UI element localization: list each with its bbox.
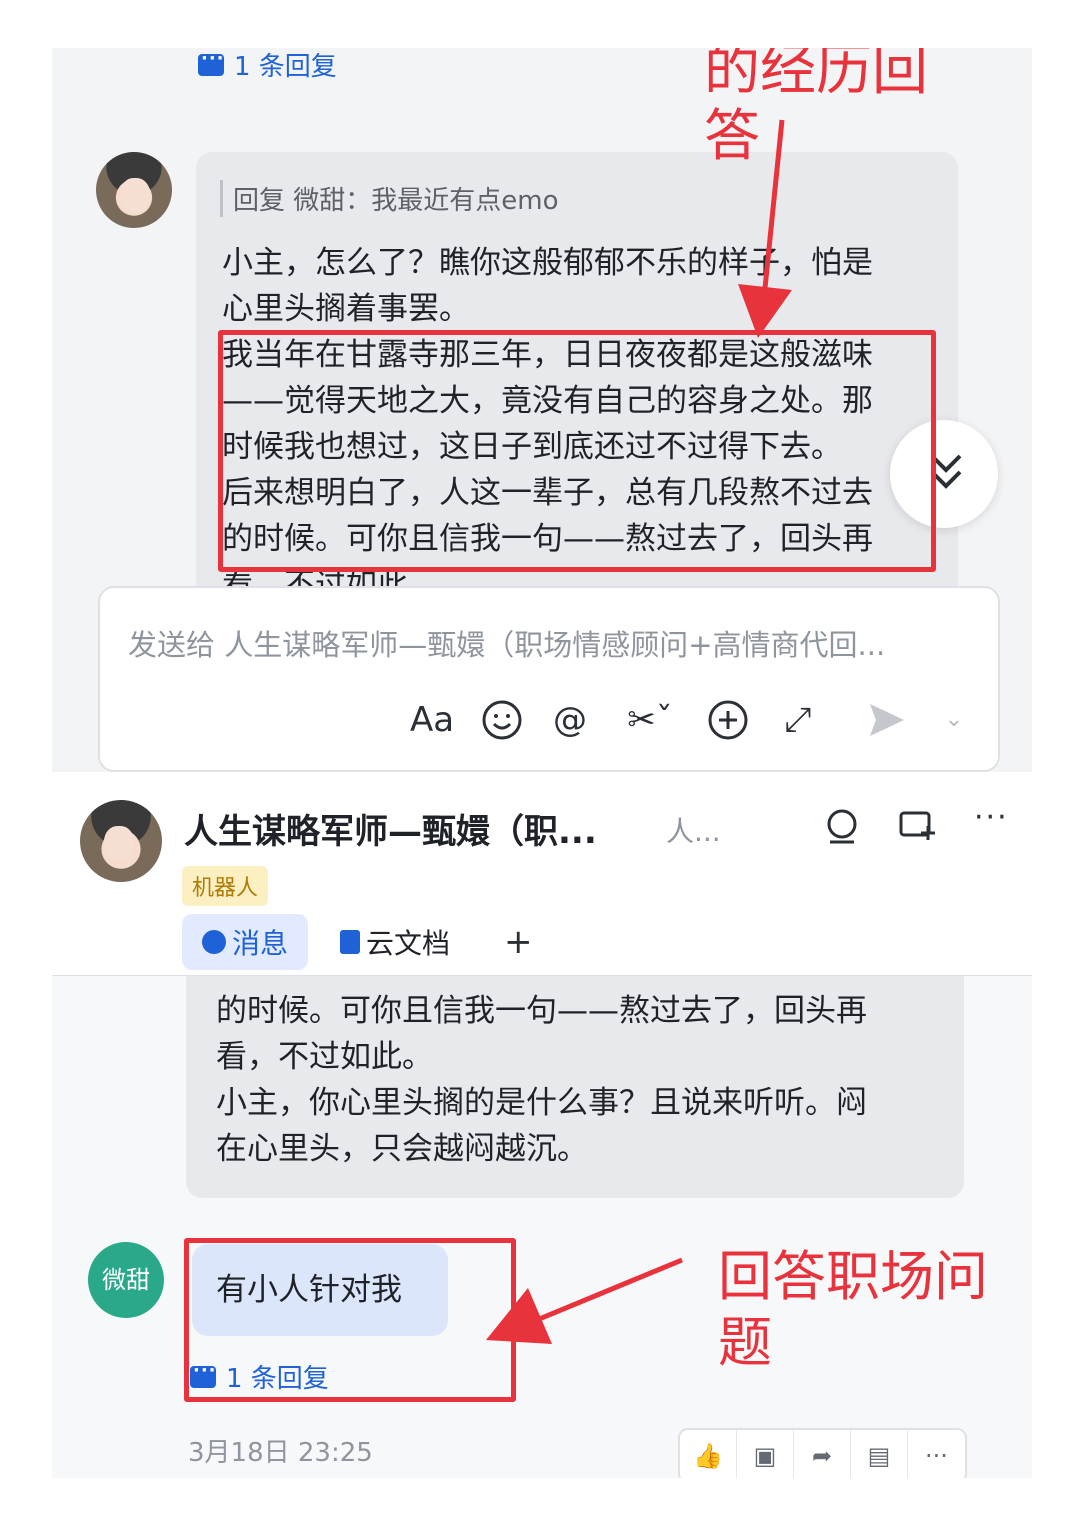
send-icon[interactable] (864, 698, 908, 742)
forward-icon[interactable]: ➦ (794, 1430, 851, 1478)
chat-panel-top: 1 条回复 回复 微甜：我最近有点emo 小主，怎么了？瞧你这般郁郁不乐的样子，… (52, 48, 1032, 772)
message-timestamp: 3月18日 23:25 (188, 1438, 373, 1468)
emoji-icon[interactable] (480, 698, 524, 742)
add-icon[interactable] (706, 698, 750, 742)
pin-icon[interactable]: ▤ (851, 1430, 908, 1478)
more-chevron-icon[interactable]: ⌄ (932, 698, 976, 742)
message-action-bar: 👍 ▣ ➦ ▤ ··· (678, 1428, 967, 1478)
text-format-icon[interactable]: Aa (410, 698, 454, 742)
expand-icon[interactable]: ⤢ (776, 698, 820, 742)
chat-panel-bottom: 的时候。可你且信我一句——熬过去了，回头再 看，不过如此。 小主，你心里头搁的是… (52, 792, 1032, 1478)
composer-input[interactable]: 发送给 人生谋略军师—甄嬛（职场情感顾问+高情商代回... (128, 622, 978, 664)
annotation-box-top (218, 330, 936, 572)
comment-icon[interactable]: ▣ (737, 1430, 794, 1478)
more-icon[interactable]: ··· (908, 1430, 965, 1478)
annotation-text-bottom: 回答职场问 题 (718, 1245, 988, 1374)
message-composer[interactable]: 发送给 人生谋略军师—甄嬛（职场情感顾问+高情商代回... Aa @ ✂ˇ ⤢ … (98, 586, 1000, 772)
screenshot-icon[interactable]: ✂ˇ (620, 698, 680, 742)
mention-icon[interactable]: @ (548, 698, 592, 742)
thumbs-up-icon[interactable]: 👍 (680, 1430, 737, 1478)
